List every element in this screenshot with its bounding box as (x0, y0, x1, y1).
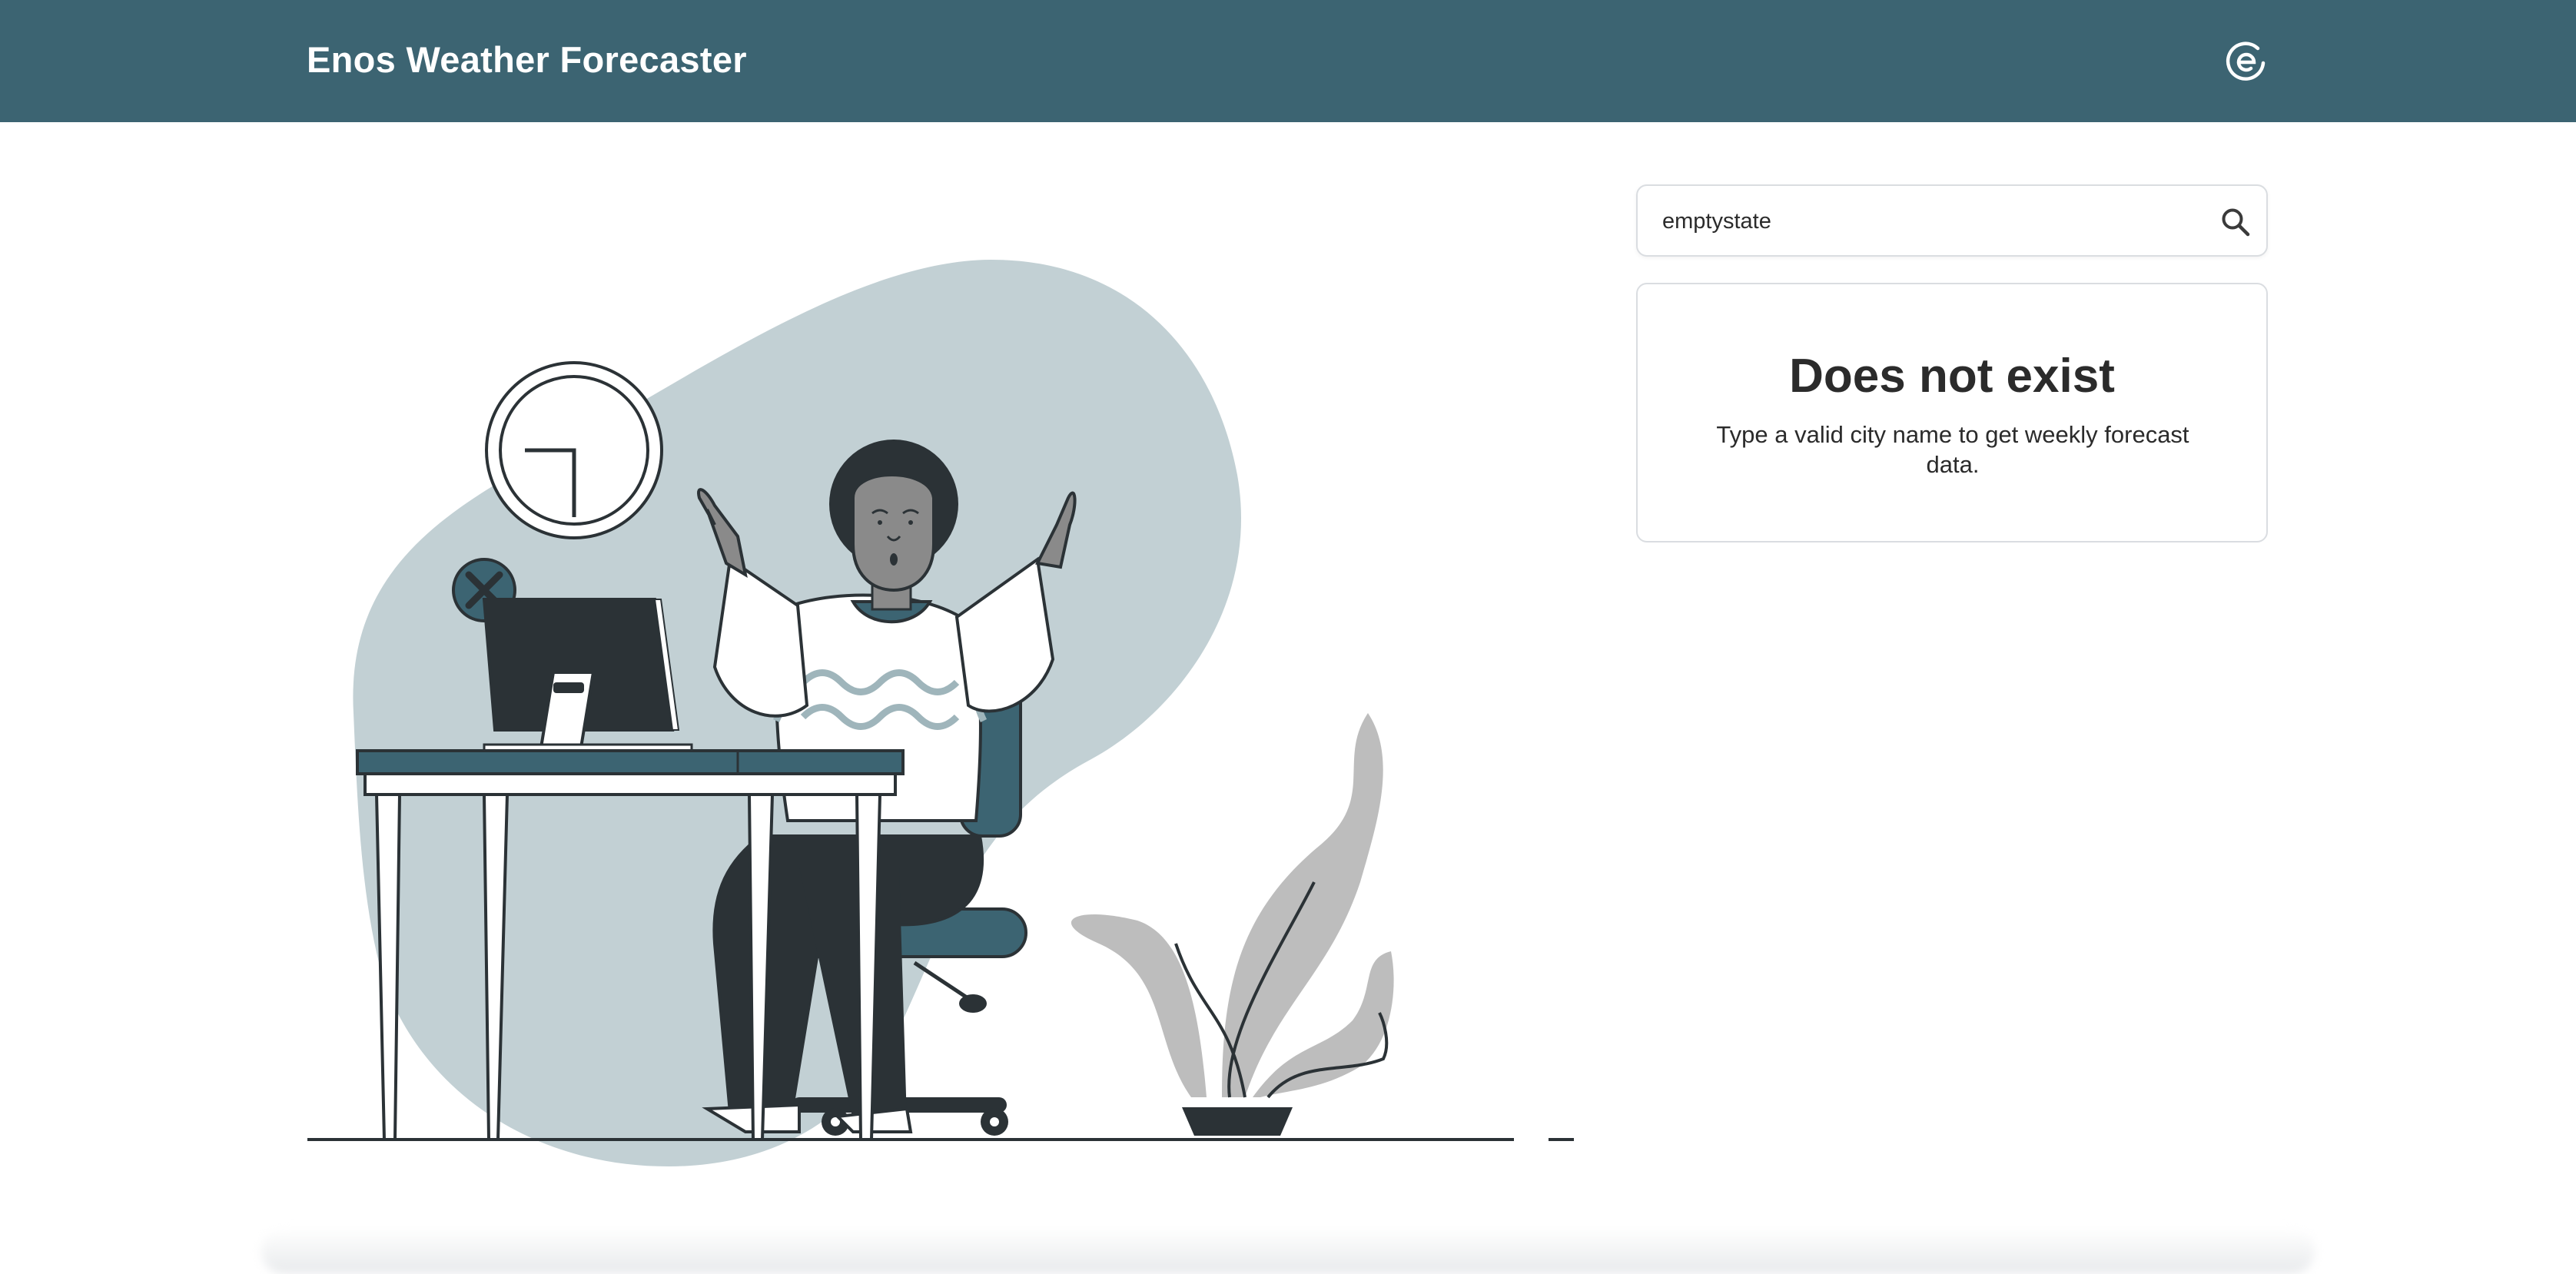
enos-logo-icon[interactable] (2224, 39, 2269, 84)
monitor-icon (482, 598, 693, 752)
app-title: Enos Weather Forecaster (307, 39, 747, 80)
city-search-box[interactable] (1636, 184, 2268, 257)
search-icon[interactable] (2218, 204, 2253, 240)
empty-state-illustration (307, 260, 1574, 1166)
empty-state-card: Does not exist Type a valid city name to… (1636, 283, 2268, 542)
empty-state-message: Type a valid city name to get weekly for… (1716, 421, 2189, 478)
empty-state-title: Does not exist (1789, 350, 2115, 403)
app-header: Enos Weather Forecaster (0, 0, 2576, 122)
city-search-input[interactable] (1661, 186, 2217, 257)
potted-plant (1071, 713, 1394, 1136)
wall-clock-icon (485, 361, 663, 539)
footer-edge (261, 1228, 2315, 1274)
